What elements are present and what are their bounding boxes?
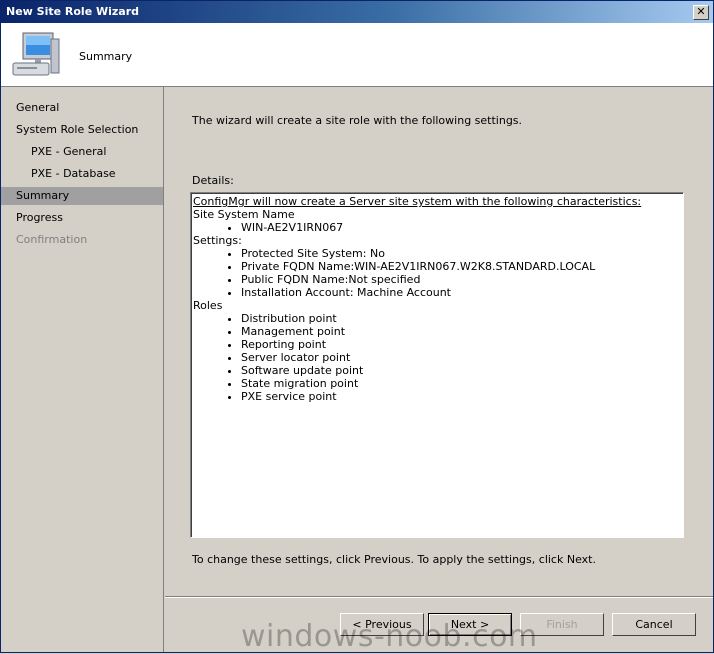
- window-title: New Site Role Wizard: [6, 5, 140, 18]
- list-item: WIN-AE2V1IRN067: [241, 221, 681, 234]
- nav-item-system-role-selection[interactable]: System Role Selection: [1, 121, 163, 139]
- footer-divider-highlight: [165, 597, 713, 598]
- intro-text: The wizard will create a site role with …: [192, 114, 523, 127]
- list-item: Public FQDN Name:Not specified: [241, 273, 681, 286]
- list-item: Distribution point: [241, 312, 681, 325]
- list-item: Protected Site System: No: [241, 247, 681, 260]
- roles-list: Distribution point Management point Repo…: [193, 312, 681, 403]
- details-textbox[interactable]: ConfigMgr will now create a Server site …: [190, 192, 684, 538]
- nav-divider: [163, 87, 164, 652]
- site-system-label: Site System Name: [193, 208, 295, 221]
- list-item: State migration point: [241, 377, 681, 390]
- details-label: Details:: [192, 174, 234, 187]
- list-item: Management point: [241, 325, 681, 338]
- header-title: Summary: [79, 50, 133, 63]
- nav-item-summary[interactable]: Summary: [1, 187, 163, 205]
- close-icon: ✕: [696, 5, 706, 18]
- close-button[interactable]: ✕: [693, 5, 709, 20]
- wizard-header: Summary: [1, 23, 713, 87]
- list-item: Software update point: [241, 364, 681, 377]
- footer-instructions: To change these settings, click Previous…: [192, 553, 596, 566]
- settings-label: Settings:: [193, 234, 242, 247]
- watermark: windows-noob.com: [241, 619, 538, 654]
- wizard-nav: General System Role Selection PXE - Gene…: [1, 87, 164, 652]
- wizard-window: New Site Role Wizard ✕ Summary General S…: [0, 0, 714, 654]
- roles-label: Roles: [193, 299, 223, 312]
- list-item: Server locator point: [241, 351, 681, 364]
- list-item: PXE service point: [241, 390, 681, 403]
- cancel-button[interactable]: Cancel: [612, 613, 696, 636]
- title-bar[interactable]: New Site Role Wizard ✕: [1, 1, 713, 23]
- nav-item-confirmation: Confirmation: [16, 233, 88, 246]
- nav-item-pxe-general[interactable]: PXE - General: [1, 143, 163, 161]
- nav-item-progress[interactable]: Progress: [1, 209, 163, 227]
- list-item: Installation Account: Machine Account: [241, 286, 681, 299]
- list-item: Private FQDN Name:WIN-AE2V1IRN067.W2K8.S…: [241, 260, 681, 273]
- list-item: Reporting point: [241, 338, 681, 351]
- details-heading: ConfigMgr will now create a Server site …: [193, 195, 642, 208]
- nav-item-general[interactable]: General: [1, 99, 163, 117]
- nav-item-pxe-database[interactable]: PXE - Database: [1, 165, 163, 183]
- site-system-list: WIN-AE2V1IRN067: [193, 221, 681, 234]
- settings-list: Protected Site System: No Private FQDN N…: [193, 247, 681, 299]
- computer-monitor-icon: [12, 32, 60, 76]
